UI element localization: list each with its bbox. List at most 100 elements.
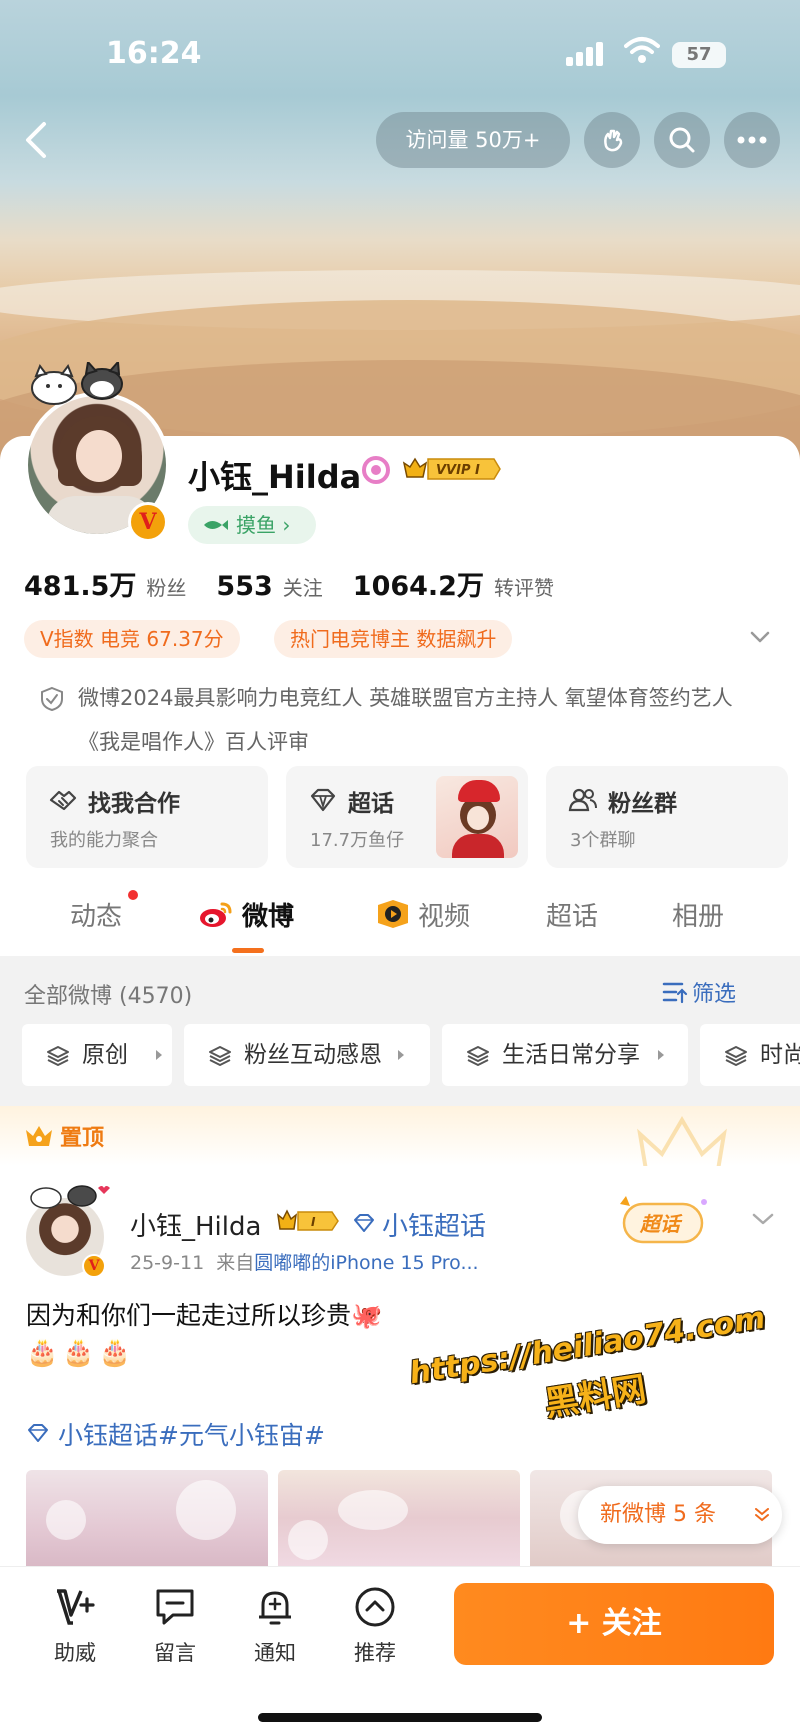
svg-text:I: I (311, 1215, 316, 1229)
bottom-action-bar: 助威 留言 通知 推荐 + 关注 (0, 1566, 800, 1736)
wifi-icon (624, 37, 660, 63)
home-indicator (258, 1713, 542, 1722)
verification-text: 微博2024最具影响力电竞红人 英雄联盟官方主持人 氧望体育签约艺人 《我是唱作… (78, 686, 733, 754)
interactions-label[interactable]: 转评赞 (494, 572, 554, 601)
fan-group-title: 粉丝群 (608, 791, 677, 817)
post-source-prefix: 来自 (216, 1252, 255, 1274)
following-label[interactable]: 关注 (283, 572, 323, 601)
feature-cards: 找我合作 我的能力聚合 超话 17.7万鱼仔 粉丝群 3个群聊 (26, 766, 790, 868)
bell-plus-icon (259, 1591, 291, 1625)
chevron-down-icon[interactable] (752, 1212, 774, 1226)
v-index-chip[interactable]: V指数 电竞 67.37分 (24, 620, 240, 658)
tab-album[interactable]: 相册 (672, 896, 724, 933)
svg-text:VVIP I: VVIP I (436, 463, 480, 478)
tab-album-label: 相册 (672, 902, 725, 932)
post-photo[interactable] (26, 1470, 268, 1566)
new-posts-button[interactable]: 新微博 5 条 (578, 1486, 782, 1544)
crown-decoration-icon (637, 1116, 727, 1166)
tab-dynamic[interactable]: 动态 (70, 896, 122, 933)
recommend-button[interactable]: 推荐 (340, 1585, 410, 1667)
layers-icon (467, 1046, 489, 1066)
pinned-banner: 置顶 (0, 1106, 800, 1166)
vvip-badge-icon[interactable]: VVIP I (402, 455, 502, 483)
more-button[interactable] (724, 112, 780, 168)
filter-chip-fashion[interactable]: 时尚 (700, 1024, 800, 1086)
filter-chip-daily-life[interactable]: 生活日常分享 (442, 1024, 688, 1086)
profile-tabs: 动态 微博 视频 超话 相册 (0, 890, 800, 956)
status-time: 16:24 (106, 36, 202, 71)
post-topic-link[interactable]: 小钰超话#元气小钰宙# (26, 1416, 325, 1452)
cheer-v-plus-icon (57, 1589, 95, 1625)
vip-badge-icon: I (276, 1209, 339, 1231)
post-cake-emojis: 🎂🎂🎂 (26, 1338, 136, 1368)
tag-fish[interactable]: 摸鱼 › (188, 506, 316, 544)
double-chevron-down-icon (755, 1508, 769, 1522)
search-icon (669, 127, 695, 153)
chip-arrow-icon (156, 1050, 162, 1060)
tab-super-topic[interactable]: 超话 (546, 896, 598, 933)
fish-icon (204, 520, 228, 530)
tab-video[interactable]: 视频 (376, 896, 470, 933)
status-bar: 16:24 57 (0, 30, 800, 80)
chip-arrow-icon (658, 1050, 664, 1060)
back-arrow-icon[interactable] (16, 118, 60, 162)
cooperation-card[interactable]: 找我合作 我的能力聚合 (26, 766, 268, 868)
cheer-label: 助威 (54, 1641, 96, 1665)
avatar[interactable]: V (24, 362, 174, 548)
followers-count[interactable]: 481.5万 (24, 564, 136, 603)
super-topic-card[interactable]: 超话 17.7万鱼仔 (286, 766, 528, 868)
filter-chip-interaction[interactable]: 粉丝互动感恩 (184, 1024, 430, 1086)
chevron-up-circle-icon (355, 1587, 395, 1627)
hot-blogger-chip[interactable]: 热门电竞博主 数据飙升 (274, 620, 513, 658)
filter-chip-interaction-label: 粉丝互动感恩 (244, 1042, 382, 1068)
chip-arrow-icon (398, 1050, 404, 1060)
post-photo[interactable] (278, 1470, 520, 1566)
verified-v-badge: V (128, 502, 168, 542)
follow-button[interactable]: + 关注 (454, 1583, 774, 1665)
post-source[interactable]: 圆嘟嘟的iPhone 15 Pro... (254, 1252, 478, 1274)
lollipop-icon (362, 456, 390, 484)
pinned-label: 置顶 (60, 1126, 105, 1151)
weibo-logo-icon (200, 902, 232, 927)
cheer-button[interactable]: 助威 (40, 1585, 110, 1667)
more-dots-icon (737, 136, 767, 144)
post-author[interactable]: 小钰_Hilda (130, 1206, 261, 1243)
hand-wave-button[interactable] (584, 112, 640, 168)
followers-label[interactable]: 粉丝 (146, 572, 186, 601)
new-posts-label: 新微博 5 条 (600, 1502, 716, 1527)
feed-header: 全部微博 (4570) 筛选 原创 粉丝互动感恩 生活日常分享 时尚 (0, 956, 800, 1106)
chevron-down-icon[interactable] (750, 630, 770, 644)
diamond-icon (310, 788, 336, 812)
handshake-icon (49, 790, 77, 811)
notify-button[interactable]: 通知 (240, 1585, 310, 1667)
battery-icon: 57 (672, 42, 726, 68)
post-super-topic-link[interactable]: 小钰超话 (382, 1206, 486, 1243)
filter-chip-original[interactable]: 原创 (22, 1024, 172, 1086)
following-count[interactable]: 553 (216, 571, 272, 602)
all-posts-count: 全部微博 (4570) (24, 984, 193, 1009)
group-icon (568, 788, 597, 812)
hand-icon (604, 129, 623, 152)
stats-row: 481.5万 粉丝 553 关注 1064.2万 转评赞 (24, 564, 584, 604)
shield-check-icon (41, 686, 63, 712)
notification-dot (128, 890, 138, 900)
filter-button[interactable]: 筛选 (692, 976, 736, 1008)
cooperation-subtitle: 我的能力聚合 (50, 830, 158, 851)
signal-icon (566, 42, 610, 66)
search-button[interactable] (654, 112, 710, 168)
tab-dynamic-label: 动态 (70, 902, 123, 932)
diamond-icon (354, 1214, 374, 1232)
tag-fish-label: 摸鱼 › (236, 513, 291, 537)
recommend-label: 推荐 (354, 1641, 396, 1665)
filter-icon[interactable] (662, 980, 688, 1004)
visits-pill[interactable]: 访问量 50万+ (376, 112, 570, 168)
message-button[interactable]: 留言 (140, 1585, 210, 1667)
top-bar: 访问量 50万+ (0, 112, 800, 168)
fan-group-card[interactable]: 粉丝群 3个群聊 (546, 766, 788, 868)
post-content: 因为和你们一起走过所以珍贵🐙 (26, 1301, 383, 1330)
fan-group-subtitle: 3个群聊 (570, 830, 636, 851)
post-meta: 25-9-11 来自圆嘟嘟的iPhone 15 Pro... (130, 1248, 479, 1275)
interactions-count[interactable]: 1064.2万 (353, 564, 484, 603)
tab-weibo[interactable]: 微博 (198, 896, 294, 933)
tab-weibo-label: 微博 (242, 902, 295, 932)
